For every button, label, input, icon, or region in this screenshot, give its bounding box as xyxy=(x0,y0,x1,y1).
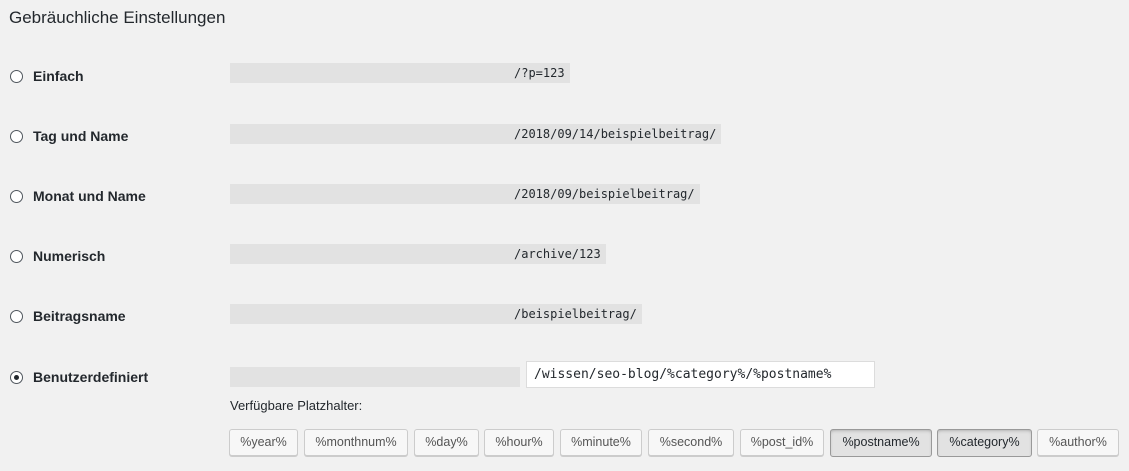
permalink-example: /?p=123 xyxy=(230,63,570,83)
section-title: Gebräuchliche Einstellungen xyxy=(9,8,226,27)
option-row-monat-und-name[interactable]: Monat und Name /2018/09/beispielbeitrag/ xyxy=(0,184,1129,208)
radio-numerisch[interactable] xyxy=(10,250,23,263)
permalink-prefix xyxy=(230,367,520,387)
radio-beitragsname[interactable] xyxy=(10,310,23,323)
tag-author-button[interactable]: %author% xyxy=(1037,429,1119,456)
option-label: Benutzerdefiniert xyxy=(33,369,149,385)
option-row-tag-und-name[interactable]: Tag und Name /2018/09/14/beispielbeitrag… xyxy=(0,124,1129,148)
placeholders-label: Verfügbare Platzhalter: xyxy=(230,398,363,413)
radio-benutzerdefiniert[interactable] xyxy=(10,371,23,384)
option-label: Numerisch xyxy=(33,248,106,264)
option-row-numerisch[interactable]: Numerisch /archive/123 xyxy=(0,244,1129,268)
option-label: Beitragsname xyxy=(33,308,126,324)
custom-structure-input[interactable] xyxy=(526,361,875,388)
tag-hour-button[interactable]: %hour% xyxy=(484,429,554,456)
tag-postname-button[interactable]: %postname% xyxy=(830,429,932,457)
radio-einfach[interactable] xyxy=(10,70,23,83)
option-row-beitragsname[interactable]: Beitragsname /beispielbeitrag/ xyxy=(0,304,1129,328)
tag-monthnum-button[interactable]: %monthnum% xyxy=(304,429,408,456)
option-label: Monat und Name xyxy=(33,188,146,204)
permalink-example: /beispielbeitrag/ xyxy=(230,304,642,324)
permalink-example: /2018/09/beispielbeitrag/ xyxy=(230,184,700,204)
option-row-einfach[interactable]: Einfach /?p=123 xyxy=(0,63,1129,88)
option-label: Tag und Name xyxy=(33,128,129,144)
tag-post-id-button[interactable]: %post_id% xyxy=(740,429,824,456)
permalink-example: /2018/09/14/beispielbeitrag/ xyxy=(230,124,722,144)
radio-tag-und-name[interactable] xyxy=(10,130,23,143)
permalink-example: /archive/123 xyxy=(230,244,606,264)
option-row-benutzerdefiniert[interactable]: Benutzerdefiniert xyxy=(0,361,1129,389)
tag-category-button[interactable]: %category% xyxy=(937,429,1032,457)
option-label: Einfach xyxy=(33,68,84,84)
radio-monat-und-name[interactable] xyxy=(10,190,23,203)
tag-year-button[interactable]: %year% xyxy=(229,429,298,456)
tag-day-button[interactable]: %day% xyxy=(414,429,479,456)
tag-second-button[interactable]: %second% xyxy=(648,429,734,456)
tag-minute-button[interactable]: %minute% xyxy=(560,429,642,456)
